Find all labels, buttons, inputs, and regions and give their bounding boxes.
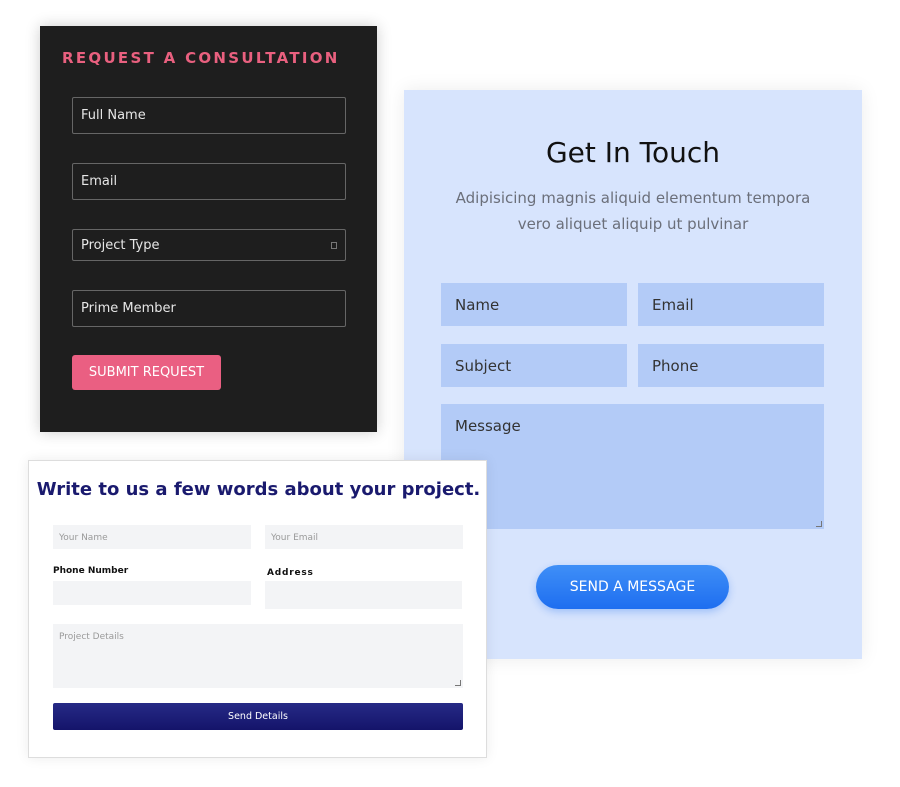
project-form-title: Write to us a few words about your proje… bbox=[36, 479, 481, 500]
email-input[interactable]: Email bbox=[638, 283, 824, 326]
prime-member-placeholder: Prime Member bbox=[81, 301, 176, 316]
dropdown-icon bbox=[331, 242, 337, 249]
resize-handle-icon[interactable] bbox=[816, 521, 822, 527]
prime-member-input[interactable]: Prime Member bbox=[72, 290, 346, 327]
your-name-input[interactable]: Your Name bbox=[53, 525, 251, 549]
your-email-input[interactable]: Your Email bbox=[265, 525, 463, 549]
phone-number-label: Phone Number bbox=[53, 566, 129, 576]
project-details-textarea[interactable]: Project Details bbox=[53, 624, 463, 688]
full-name-placeholder: Full Name bbox=[81, 108, 146, 123]
project-type-select[interactable]: Project Type bbox=[72, 229, 346, 261]
email-placeholder: Email bbox=[81, 174, 118, 189]
message-textarea[interactable]: Message bbox=[441, 404, 824, 529]
message-placeholder: Message bbox=[455, 417, 521, 435]
email-input[interactable]: Email bbox=[72, 163, 346, 200]
project-details-placeholder: Project Details bbox=[59, 632, 124, 642]
subject-input[interactable]: Subject bbox=[441, 344, 627, 387]
address-input[interactable] bbox=[265, 581, 462, 609]
project-form: Write to us a few words about your proje… bbox=[28, 460, 487, 758]
phone-number-input[interactable] bbox=[53, 581, 251, 605]
resize-handle-icon[interactable] bbox=[455, 680, 461, 686]
name-input[interactable]: Name bbox=[441, 283, 627, 326]
get-in-touch-title: Get In Touch bbox=[545, 136, 721, 169]
full-name-input[interactable]: Full Name bbox=[72, 97, 346, 134]
consultation-title: REQUEST A CONSULTATION bbox=[62, 49, 340, 67]
send-message-button[interactable]: SEND A MESSAGE bbox=[536, 565, 729, 609]
project-type-value: Project Type bbox=[81, 237, 160, 253]
consultation-form: REQUEST A CONSULTATION Full Name Email P… bbox=[40, 26, 377, 432]
get-in-touch-subtitle: Adipisicing magnis aliquid elementum tem… bbox=[455, 189, 811, 233]
send-details-button[interactable]: Send Details bbox=[53, 703, 463, 730]
submit-request-button[interactable]: SUBMIT REQUEST bbox=[72, 355, 221, 390]
phone-input[interactable]: Phone bbox=[638, 344, 824, 387]
address-label: Address bbox=[267, 568, 314, 578]
